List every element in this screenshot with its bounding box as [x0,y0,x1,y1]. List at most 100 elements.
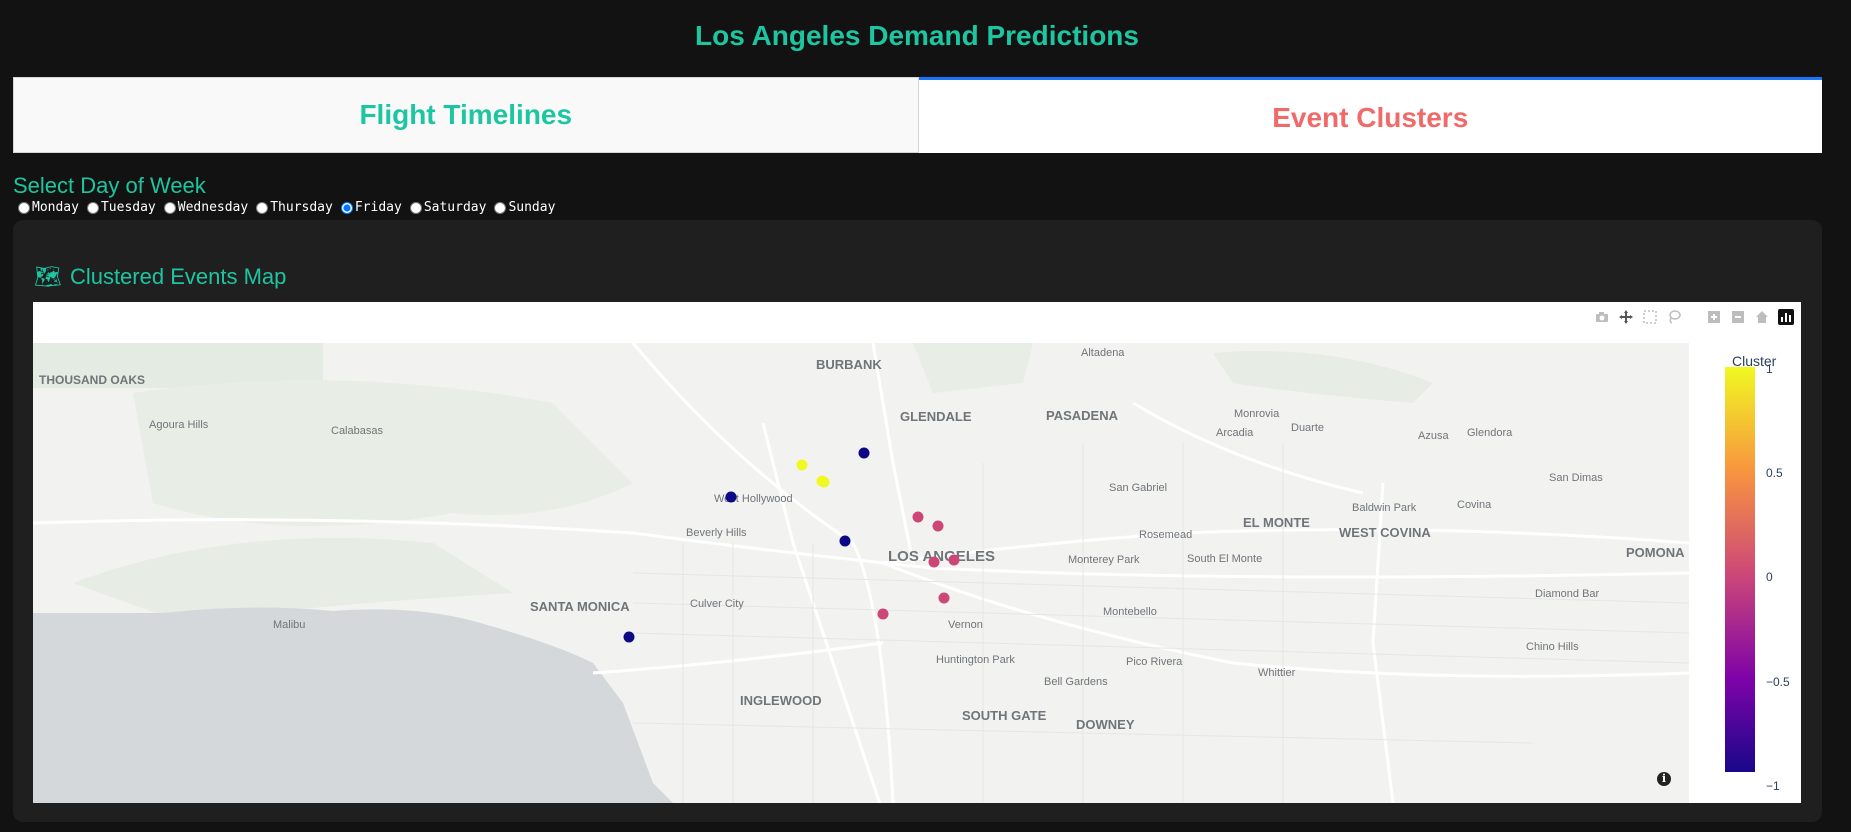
tab-event-clusters[interactable]: Event Clusters [918,77,1822,153]
map-label-thousand-oaks: THOUSAND OAKS [39,373,145,387]
radio-label-sunday: Sunday [508,200,556,215]
map-label-west-covina: WEST COVINA [1339,525,1431,540]
modebar [1593,308,1795,326]
map-label-chino-hills: Chino Hills [1526,641,1579,653]
map-label-west-hollywood: West Hollywood [714,493,793,505]
map-label-monrovia: Monrovia [1234,408,1280,420]
day-radio-group: Monday Tuesday Wednesday Thursday Friday… [13,200,558,215]
cluster-point[interactable] [932,520,944,532]
map-icon: 🗺 [34,264,62,290]
radio-input-wednesday[interactable] [163,201,176,214]
map-label-downey: DOWNEY [1076,717,1135,732]
map-label-glendale: GLENDALE [900,409,972,424]
map-label-azusa: Azusa [1418,430,1449,442]
cluster-point[interactable] [818,476,830,488]
radio-wednesday[interactable]: Wednesday [159,200,248,215]
colorbar [1725,367,1755,772]
cluster-point[interactable] [928,556,940,568]
cluster-point[interactable] [948,554,960,566]
map-label-bell-gardens: Bell Gardens [1044,676,1108,688]
radio-tuesday[interactable]: Tuesday [82,200,156,215]
radio-thursday[interactable]: Thursday [251,200,333,215]
cluster-point[interactable] [623,631,635,643]
map-heading: 🗺 Clustered Events Map [34,264,286,290]
map-title: Clustered Events Map [69,264,287,289]
map-label-duarte: Duarte [1291,422,1324,434]
map-label-huntington-park: Huntington Park [936,654,1015,666]
radio-label-thursday: Thursday [270,200,333,215]
radio-label-saturday: Saturday [423,200,487,215]
map-label-pasadena: PASADENA [1046,408,1119,423]
cluster-point[interactable] [912,511,924,523]
radio-input-sunday[interactable] [494,201,507,214]
radio-monday[interactable]: Monday [13,200,79,215]
map-label-south-el-monte: South El Monte [1187,553,1262,565]
map-label-malibu: Malibu [273,619,305,631]
map-label-whittier: Whittier [1258,667,1296,679]
map-label-pomona: POMONA [1626,545,1685,560]
cluster-point[interactable] [877,608,889,620]
radio-input-tuesday[interactable] [86,201,99,214]
cluster-point[interactable] [725,491,737,503]
radio-saturday[interactable]: Saturday [405,200,487,215]
info-icon[interactable]: i [1657,772,1671,786]
radio-label-monday: Monday [32,200,79,215]
map-label-burbank: BURBANK [816,357,882,372]
radio-input-saturday[interactable] [409,201,422,214]
app-title: Los Angeles Demand Predictions [695,20,1139,51]
colorbar-tick-0-5: 0.5 [1766,466,1783,480]
map-label-san-gabriel: San Gabriel [1109,482,1167,494]
day-selector-label: Select Day of Week [13,173,206,198]
radio-label-wednesday: Wednesday [177,200,249,215]
map-label-monterey-park: Monterey Park [1068,554,1140,566]
radio-input-thursday[interactable] [256,201,269,214]
map-label-el-monte: EL MONTE [1243,515,1310,530]
cluster-point[interactable] [938,592,950,604]
map-plot[interactable]: THOUSAND OAKS Agoura Hills Calabasas Mal… [33,343,1689,803]
map-label-diamond-bar: Diamond Bar [1535,588,1600,600]
tab-flight-timelines[interactable]: Flight Timelines [13,77,919,153]
radio-sunday[interactable]: Sunday [489,200,555,215]
lasso-icon[interactable] [1665,308,1683,326]
map-label-covina: Covina [1457,499,1492,511]
map-label-culver-city: Culver City [690,598,744,610]
plot-container: THOUSAND OAKS Agoura Hills Calabasas Mal… [33,302,1801,803]
colorbar-tick-1: 1 [1766,362,1773,376]
zoom-out-icon[interactable] [1729,308,1747,326]
cluster-point[interactable] [858,447,870,459]
map-label-south-gate: SOUTH GATE [962,708,1047,723]
home-icon[interactable] [1753,308,1771,326]
camera-icon[interactable] [1593,308,1611,326]
cluster-point[interactable] [839,535,851,547]
map-label-inglewood: INGLEWOOD [740,693,822,708]
colorbar-tick-neg-0-5: −0.5 [1766,675,1790,689]
map-label-vernon: Vernon [948,619,983,631]
map-label-santa-monica: SANTA MONICA [530,599,630,614]
radio-label-friday: Friday [354,200,402,215]
radio-friday[interactable]: Friday [336,200,402,215]
colorbar-tick-neg-1: −1 [1766,779,1780,793]
cluster-point[interactable] [796,459,808,471]
map-label-calabasas: Calabasas [331,425,383,437]
map-label-beverly-hills: Beverly Hills [686,527,747,539]
colorbar-tick-0: 0 [1766,570,1773,584]
map-label-altadena: Altadena [1081,347,1125,359]
map-label-pico-rivera: Pico Rivera [1126,656,1183,668]
map-label-glendora: Glendora [1467,427,1513,439]
radio-input-friday[interactable] [340,201,353,214]
radio-input-monday[interactable] [18,201,30,214]
zoom-in-icon[interactable] [1705,308,1723,326]
tab-bar: Flight Timelines Event Clusters [13,77,1822,153]
colorbar-gradient [1725,367,1755,772]
plotly-logo-icon[interactable] [1777,308,1795,326]
map-label-rosemead: Rosemead [1139,529,1192,541]
map-label-san-dimas: San Dimas [1549,472,1603,484]
radio-label-tuesday: Tuesday [100,200,156,215]
map-label-agoura-hills: Agoura Hills [149,419,209,431]
map-label-montebello: Montebello [1103,606,1157,618]
map-label-arcadia: Arcadia [1216,427,1254,439]
map-label-los-angeles: LOS ANGELES [888,548,995,565]
pan-icon[interactable] [1617,308,1635,326]
box-select-icon[interactable] [1641,308,1659,326]
map-label-baldwin-park: Baldwin Park [1352,502,1417,514]
